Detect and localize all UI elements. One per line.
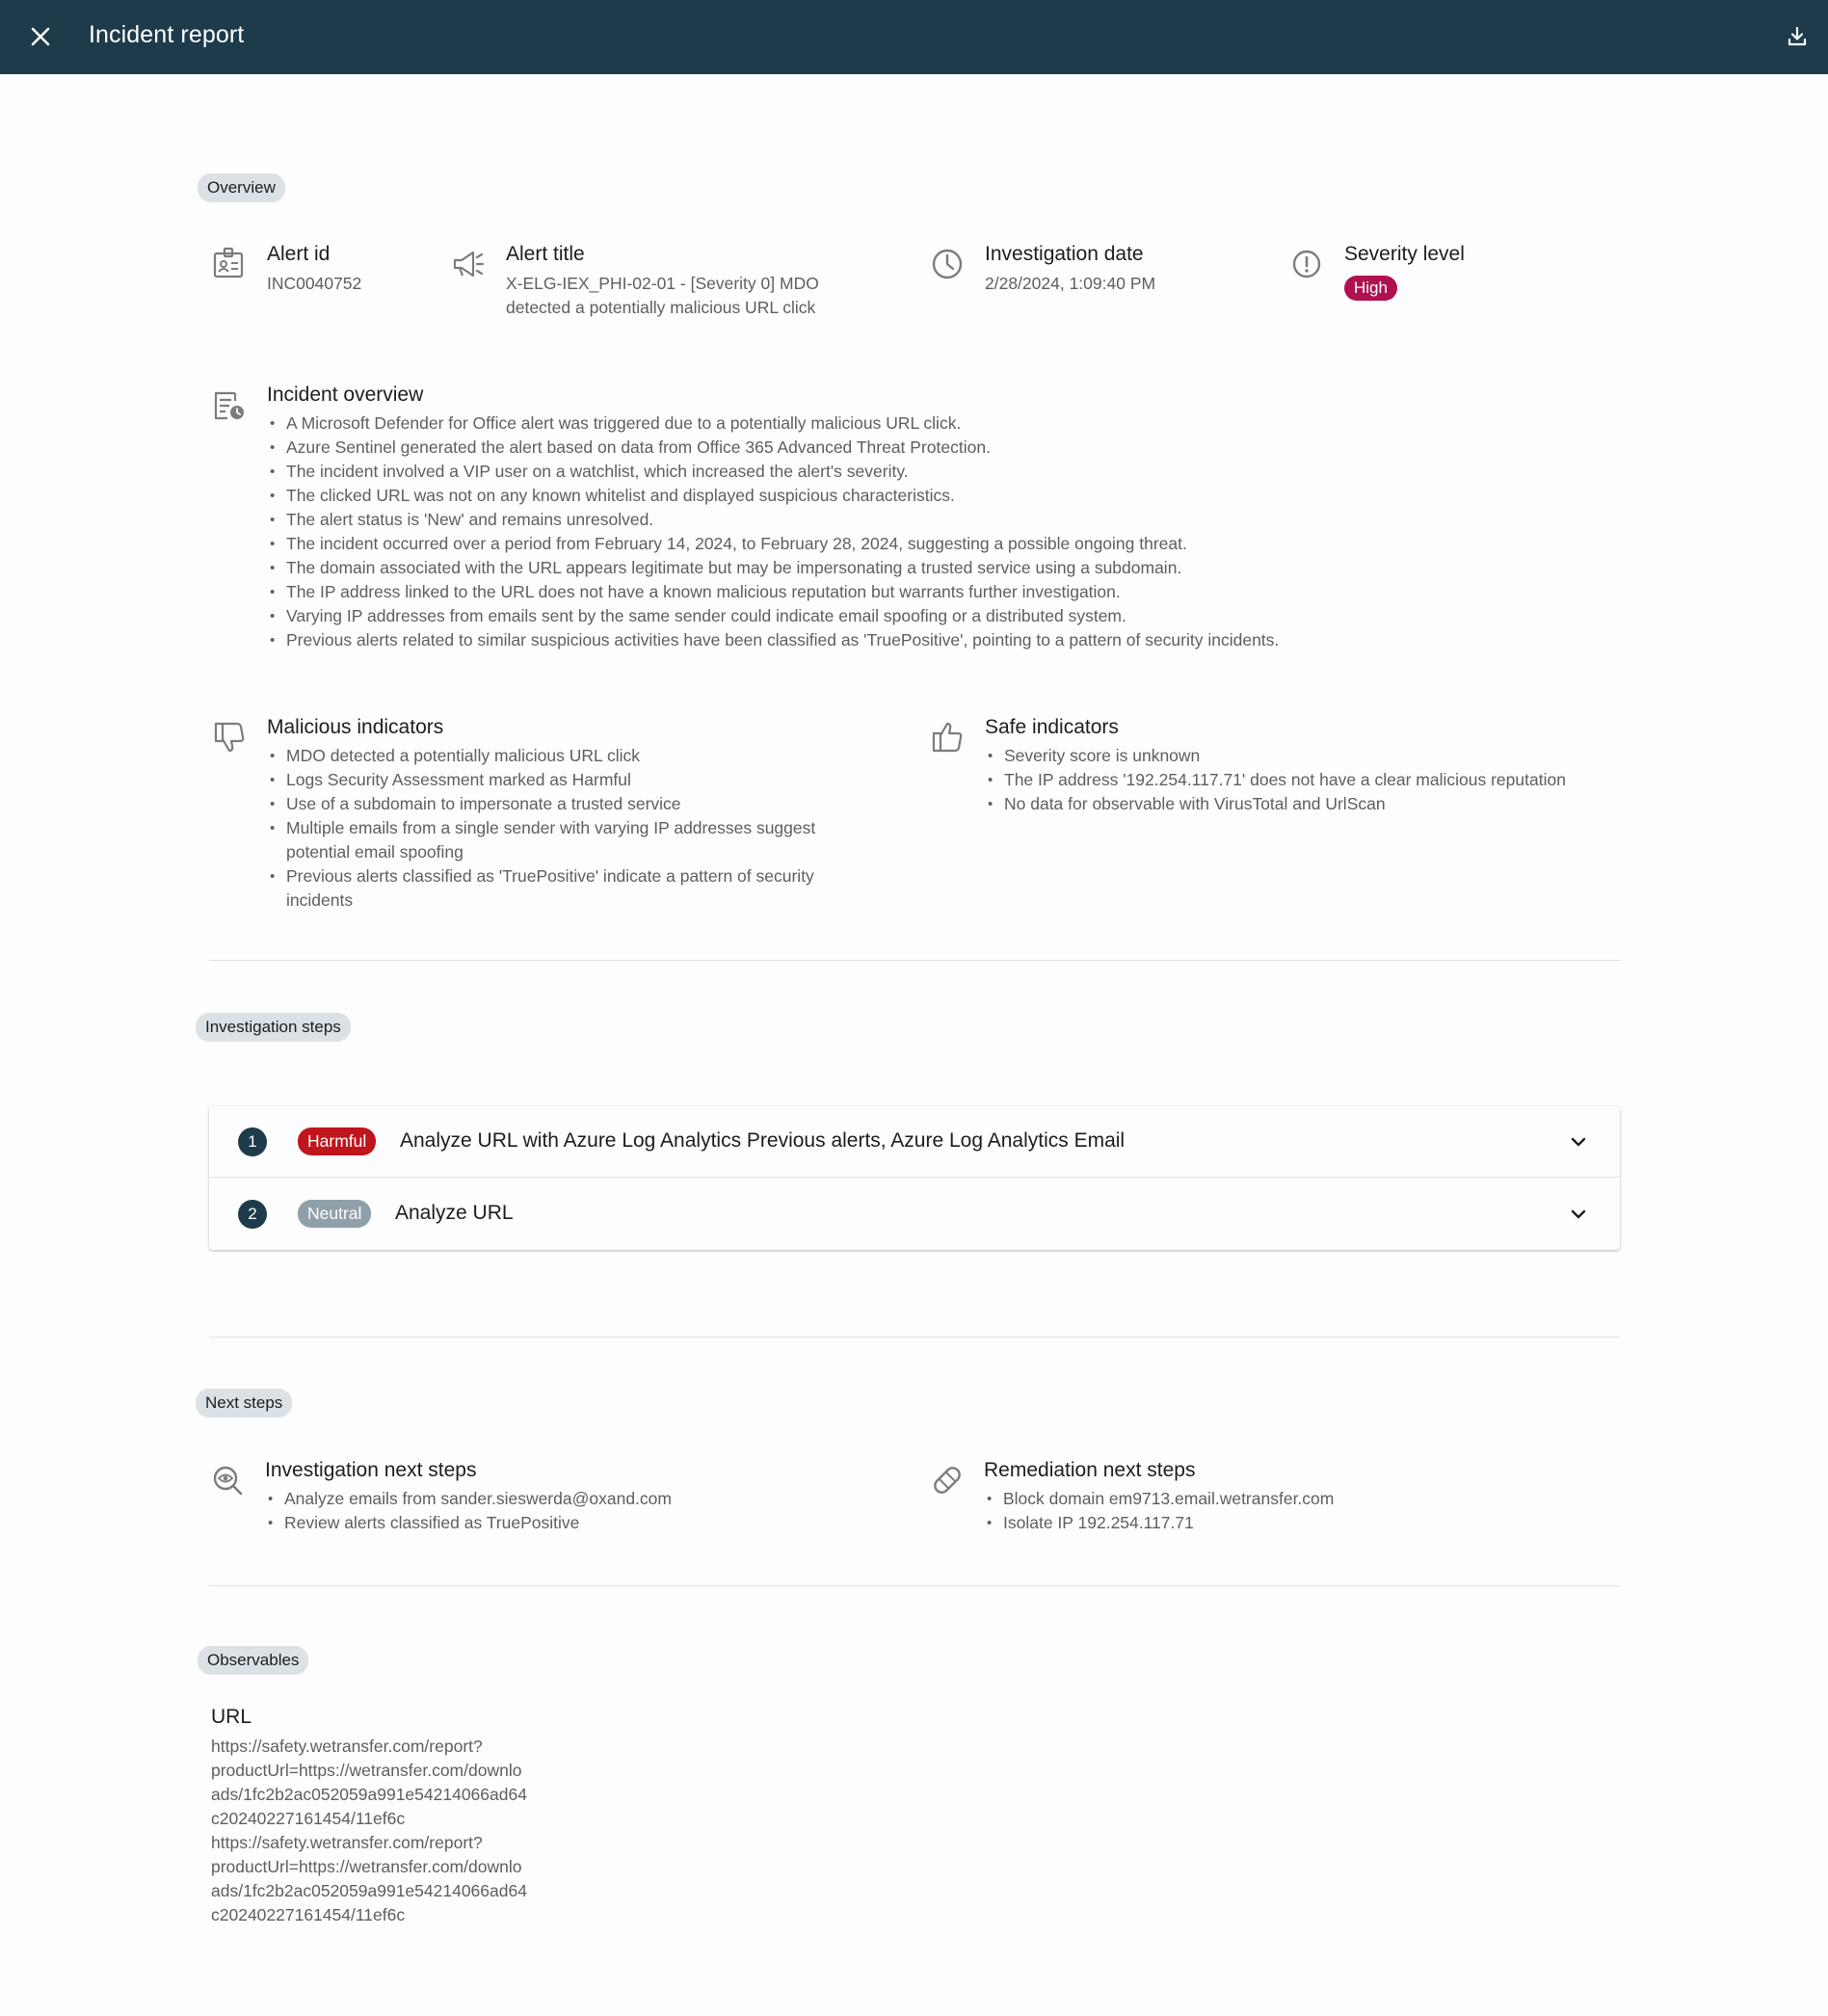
url-line: https://safety.wetransfer.com/report? — [211, 1833, 483, 1852]
safe-indicators-title: Safe indicators — [985, 716, 1119, 738]
alert-id-label: Alert id — [267, 243, 331, 265]
investigation-date-value: 2/28/2024, 1:09:40 PM — [985, 274, 1156, 293]
observable-url-label: URL — [211, 1706, 252, 1728]
malicious-indicators-list: MDO detected a potentially malicious URL… — [267, 744, 855, 913]
page-title: Incident report — [89, 21, 245, 48]
investigation-step-2[interactable]: 2 Neutral Analyze URL — [209, 1179, 1620, 1250]
investigation-next-steps-list: Analyze emails from sander.sieswerda@oxa… — [265, 1487, 882, 1535]
list-item: Varying IP addresses from emails sent by… — [267, 604, 1616, 628]
url-line: https://safety.wetransfer.com/report? — [211, 1737, 483, 1756]
incident-overview-title: Incident overview — [267, 384, 424, 406]
url-line: c20240227161454/11ef6c — [211, 1809, 406, 1828]
clock-icon — [928, 245, 967, 283]
alert-title-value-line2: detected a potentially malicious URL cli… — [506, 298, 816, 317]
observable-url-value: https://safety.wetransfer.com/report? pr… — [211, 1735, 558, 1927]
divider — [209, 960, 1620, 961]
list-item: Use of a subdomain to impersonate a trus… — [267, 792, 855, 816]
list-item: The incident occurred over a period from… — [267, 532, 1616, 556]
close-icon[interactable] — [30, 26, 51, 47]
divider — [209, 1337, 1620, 1338]
download-button[interactable] — [1780, 19, 1815, 54]
investigation-step-1[interactable]: 1 Harmful Analyze URL with Azure Log Ana… — [209, 1106, 1620, 1178]
url-line: ads/1fc2b2ac052059a991e54214066ad64 — [211, 1881, 527, 1900]
investigation-steps-chip: Investigation steps — [196, 1013, 351, 1042]
megaphone-icon — [449, 245, 488, 283]
investigation-next-steps-title: Investigation next steps — [265, 1459, 477, 1481]
close-button[interactable] — [23, 19, 58, 54]
list-item: Previous alerts classified as 'TruePosit… — [267, 864, 855, 913]
next-steps-chip: Next steps — [196, 1389, 293, 1418]
step-number: 2 — [238, 1200, 267, 1229]
download-icon[interactable] — [1786, 25, 1809, 48]
step-status-badge: Harmful — [298, 1127, 377, 1155]
alert-circle-icon — [1287, 245, 1326, 283]
search-eye-icon — [208, 1461, 247, 1499]
list-item: The incident involved a VIP user on a wa… — [267, 460, 1616, 484]
list-item: The domain associated with the URL appea… — [267, 556, 1616, 580]
safe-indicators-list: Severity score is unknown The IP address… — [985, 744, 1621, 816]
remediation-next-steps-title: Remediation next steps — [984, 1459, 1196, 1481]
list-item: A Microsoft Defender for Office alert wa… — [267, 411, 1616, 436]
investigation-date-label: Investigation date — [985, 243, 1144, 265]
list-item: Severity score is unknown — [985, 744, 1621, 768]
severity-label: Severity level — [1344, 243, 1465, 265]
divider — [209, 1585, 1620, 1586]
list-item: Block domain em9713.email.wetransfer.com — [984, 1487, 1620, 1511]
step-title: Analyze URL with Azure Log Analytics Pre… — [400, 1129, 1126, 1152]
bandage-icon — [928, 1461, 967, 1499]
overview-chip: Overview — [198, 173, 285, 202]
step-number: 1 — [238, 1127, 267, 1156]
list-item: Isolate IP 192.254.117.71 — [984, 1511, 1620, 1535]
observables-chip: Observables — [198, 1646, 309, 1675]
url-line: ads/1fc2b2ac052059a991e54214066ad64 — [211, 1785, 527, 1804]
report-clock-icon — [210, 385, 249, 424]
severity-badge: High — [1344, 276, 1397, 301]
chevron-down-icon[interactable] — [1566, 1129, 1591, 1154]
top-bar: Incident report — [0, 0, 1828, 74]
remediation-next-steps-list: Block domain em9713.email.wetransfer.com… — [984, 1487, 1620, 1535]
malicious-indicators-title: Malicious indicators — [267, 716, 444, 738]
step-status-badge: Neutral — [298, 1200, 372, 1228]
thumbs-up-icon — [928, 718, 967, 756]
list-item: The IP address '192.254.117.71' does not… — [985, 768, 1621, 792]
list-item: MDO detected a potentially malicious URL… — [267, 744, 855, 768]
list-item: Analyze emails from sander.sieswerda@oxa… — [265, 1487, 882, 1511]
list-item: The clicked URL was not on any known whi… — [267, 484, 1616, 508]
incident-overview-list: A Microsoft Defender for Office alert wa… — [267, 411, 1616, 652]
step-title: Analyze URL — [395, 1202, 514, 1224]
list-item: The IP address linked to the URL does no… — [267, 580, 1616, 604]
url-line: productUrl=https://wetransfer.com/downlo — [211, 1857, 522, 1876]
list-item: The alert status is 'New' and remains un… — [267, 508, 1616, 532]
alert-id-value: INC0040752 — [267, 274, 362, 293]
list-item: Review alerts classified as TruePositive — [265, 1511, 882, 1535]
list-item: No data for observable with VirusTotal a… — [985, 792, 1621, 816]
list-item: Logs Security Assessment marked as Harmf… — [267, 768, 855, 792]
investigation-steps-accordion: 1 Harmful Analyze URL with Azure Log Ana… — [209, 1106, 1620, 1250]
alert-title-label: Alert title — [506, 243, 585, 265]
id-badge-icon — [210, 245, 249, 283]
list-item: Previous alerts related to similar suspi… — [267, 628, 1616, 652]
alert-title-value-line1: X-ELG-IEX_PHI-02-01 - [Severity 0] MDO — [506, 274, 819, 293]
url-line: c20240227161454/11ef6c — [211, 1905, 406, 1924]
list-item: Multiple emails from a single sender wit… — [267, 816, 855, 864]
chevron-down-icon[interactable] — [1566, 1202, 1591, 1227]
thumbs-down-icon — [210, 718, 249, 756]
list-item: Azure Sentinel generated the alert based… — [267, 436, 1616, 460]
url-line: productUrl=https://wetransfer.com/downlo — [211, 1761, 522, 1780]
